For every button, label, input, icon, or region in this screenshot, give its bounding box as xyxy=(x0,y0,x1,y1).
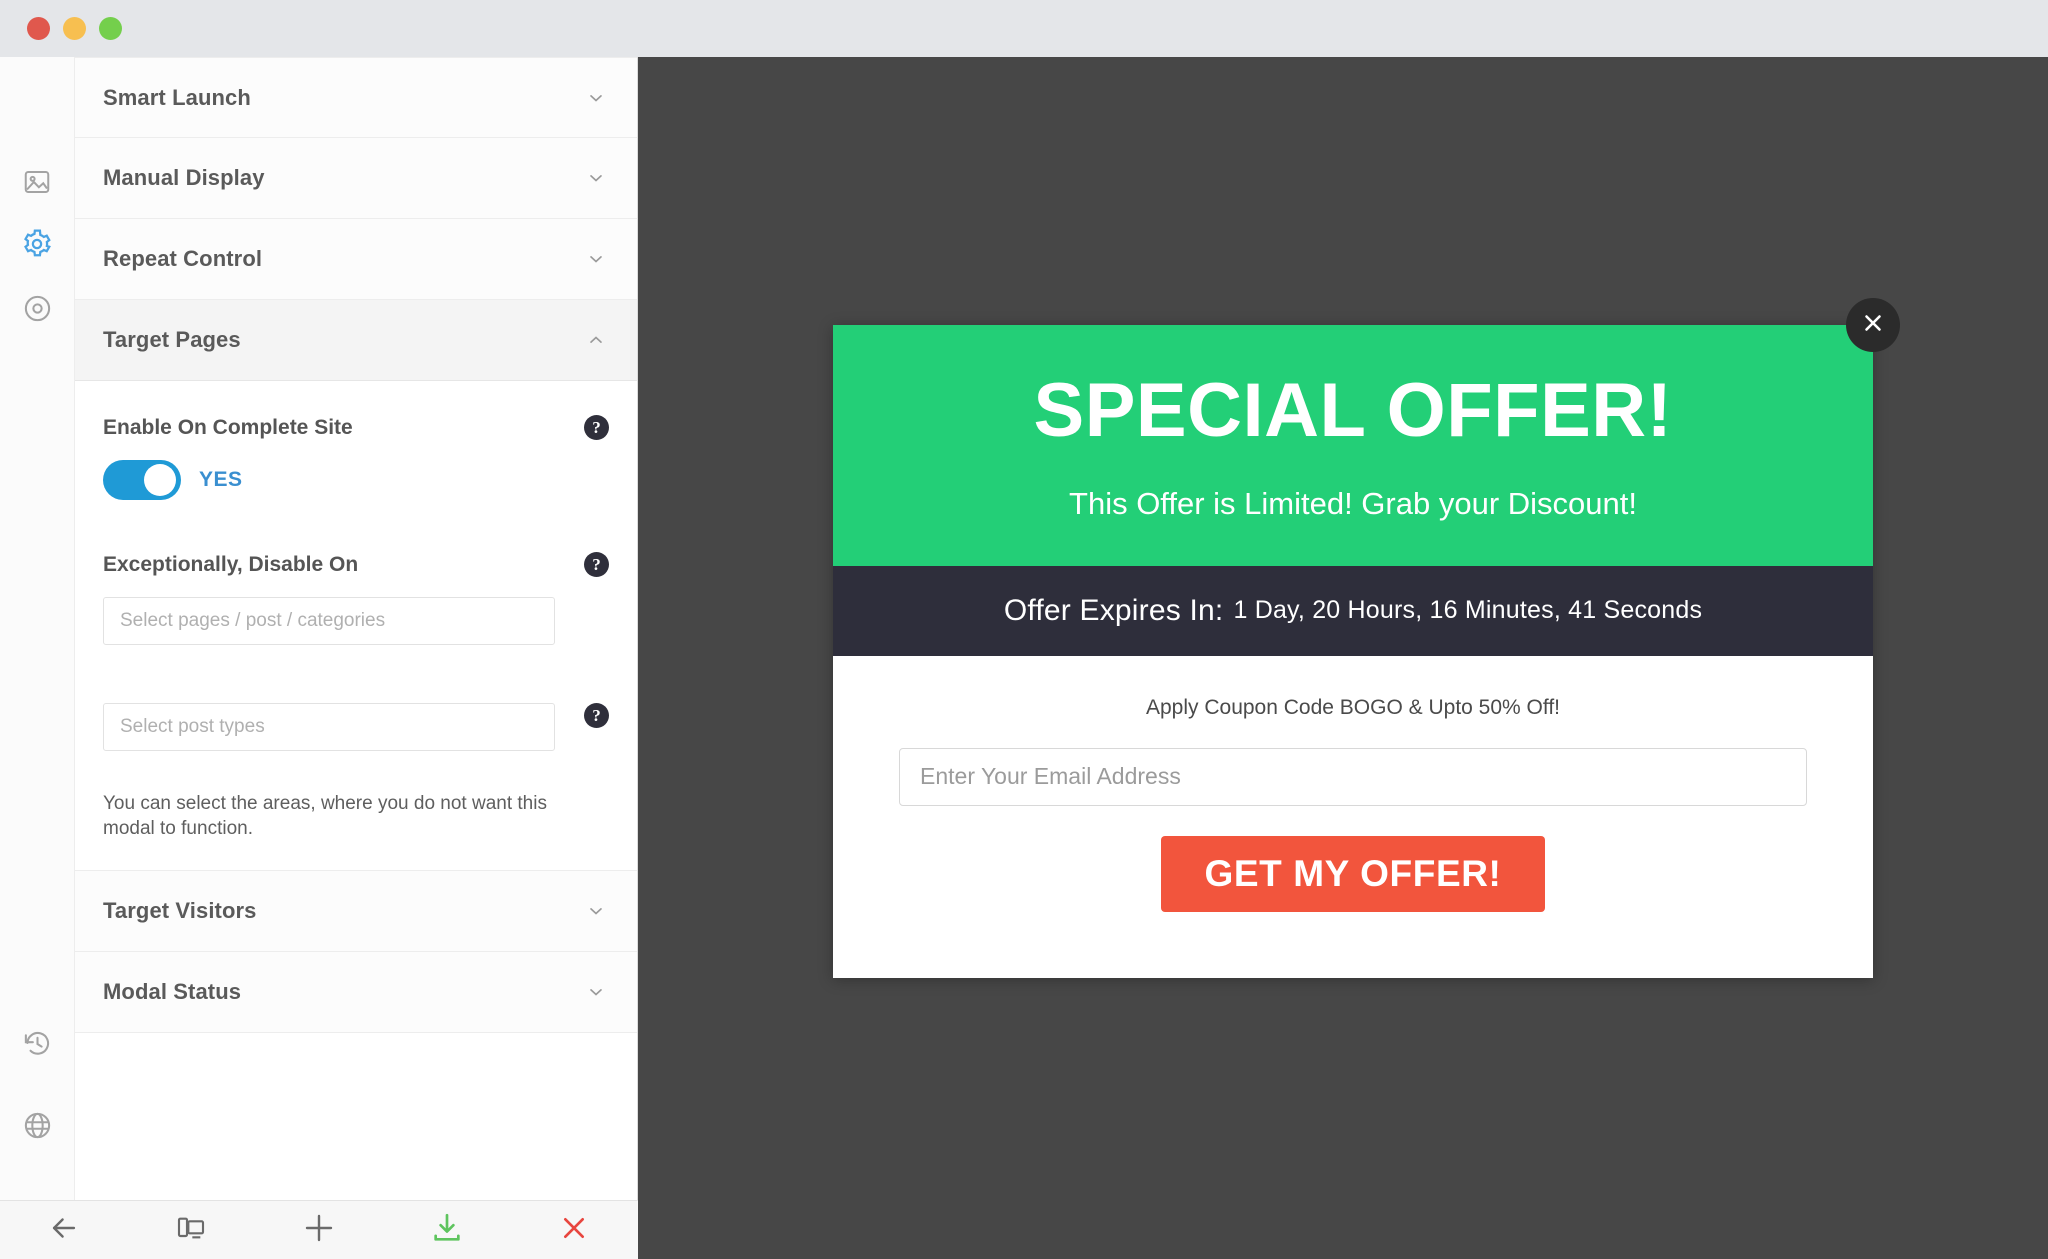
chevron-down-icon xyxy=(585,900,607,922)
preview-canvas: SPECIAL OFFER! This Offer is Limited! Gr… xyxy=(638,57,2048,1259)
settings-panel: Smart Launch Manual Display Repeat Contr… xyxy=(75,57,638,1200)
accordion-target-pages[interactable]: Target Pages xyxy=(75,300,637,381)
arrow-left-icon xyxy=(47,1211,81,1250)
target-icon[interactable] xyxy=(16,287,58,329)
back-button[interactable] xyxy=(0,1201,128,1259)
enable-complete-site-toggle[interactable] xyxy=(103,460,181,500)
image-icon[interactable] xyxy=(16,161,58,203)
offer-modal: SPECIAL OFFER! This Offer is Limited! Gr… xyxy=(833,298,1900,978)
add-button[interactable] xyxy=(255,1201,383,1259)
accordion-target-visitors[interactable]: Target Visitors xyxy=(75,870,637,952)
accordion-title: Target Pages xyxy=(103,327,241,352)
coupon-text: Apply Coupon Code BOGO & Upto 50% Off! xyxy=(1145,695,1560,719)
history-icon[interactable] xyxy=(16,1022,58,1064)
icon-rail xyxy=(0,57,75,1200)
app-root: Smart Launch Manual Display Repeat Contr… xyxy=(0,0,2048,1259)
enable-complete-site-label: Enable On Complete Site xyxy=(103,415,353,439)
modal-close-button[interactable] xyxy=(1846,298,1900,352)
close-x-icon xyxy=(558,1212,590,1249)
window-titlebar xyxy=(0,0,2048,57)
accordion-title: Target Visitors xyxy=(103,897,257,923)
post-types-row: Select post types ? xyxy=(103,703,609,751)
post-types-select-input[interactable]: Select post types xyxy=(103,703,555,751)
toggle-knob xyxy=(144,464,176,496)
modal-body: Apply Coupon Code BOGO & Upto 50% Off! G… xyxy=(833,655,1873,978)
chevron-down-icon xyxy=(585,248,607,270)
chevron-down-icon xyxy=(585,87,607,109)
accordion-smart-launch[interactable]: Smart Launch xyxy=(75,57,637,138)
enable-complete-site-toggle-row: YES xyxy=(103,460,609,500)
countdown-bar: Offer Expires In: 1 Day, 20 Hours, 16 Mi… xyxy=(833,565,1873,656)
pages-select-input[interactable]: Select pages / post / categories xyxy=(103,597,555,645)
countdown-label: Offer Expires In: xyxy=(1003,593,1224,627)
enable-complete-site-row: Enable On Complete Site ? xyxy=(103,415,609,440)
accordion-title: Repeat Control xyxy=(103,246,263,271)
devices-icon xyxy=(175,1212,207,1249)
save-button[interactable] xyxy=(383,1201,511,1259)
modal-headline: SPECIAL OFFER! xyxy=(1033,368,1673,453)
disable-on-row: Exceptionally, Disable On ? xyxy=(103,552,609,577)
window-close-button[interactable] xyxy=(27,17,50,40)
accordion-repeat-control[interactable]: Repeat Control xyxy=(75,219,637,300)
get-offer-button[interactable]: GET MY OFFER! xyxy=(1160,835,1546,912)
chevron-down-icon xyxy=(585,167,607,189)
target-pages-body: Enable On Complete Site ? YES Exceptiona… xyxy=(75,381,637,871)
download-icon xyxy=(430,1211,464,1250)
chevron-up-icon xyxy=(585,329,607,351)
disable-on-label: Exceptionally, Disable On xyxy=(103,552,359,576)
modal-subheadline: This Offer is Limited! Grab your Discoun… xyxy=(1069,485,1637,521)
cancel-button[interactable] xyxy=(510,1201,638,1259)
bottom-toolbar xyxy=(0,1200,638,1259)
accordion-manual-display[interactable]: Manual Display xyxy=(75,138,637,219)
question-mark-icon[interactable]: ? xyxy=(584,552,609,577)
close-x-icon xyxy=(1860,310,1886,341)
countdown-value: 1 Day, 20 Hours, 16 Minutes, 41 Seconds xyxy=(1233,596,1703,625)
question-mark-icon[interactable]: ? xyxy=(584,703,609,728)
accordion-title: Manual Display xyxy=(103,165,265,190)
target-pages-hint: You can select the areas, where you do n… xyxy=(103,793,547,840)
email-field[interactable] xyxy=(899,747,1807,806)
responsive-preview-button[interactable] xyxy=(128,1201,256,1259)
globe-icon[interactable] xyxy=(16,1104,58,1146)
gear-icon[interactable] xyxy=(16,223,58,265)
modal-header: SPECIAL OFFER! This Offer is Limited! Gr… xyxy=(833,325,1873,566)
question-mark-icon[interactable]: ? xyxy=(584,415,609,440)
window-maximize-button[interactable] xyxy=(99,17,122,40)
accordion-modal-status[interactable]: Modal Status xyxy=(75,951,637,1033)
window-minimize-button[interactable] xyxy=(63,17,86,40)
accordion-title: Smart Launch xyxy=(103,84,251,110)
accordion-title: Modal Status xyxy=(103,978,242,1004)
chevron-down-icon xyxy=(585,981,607,1003)
plus-icon xyxy=(301,1210,337,1251)
toggle-value-label: YES xyxy=(199,468,243,491)
